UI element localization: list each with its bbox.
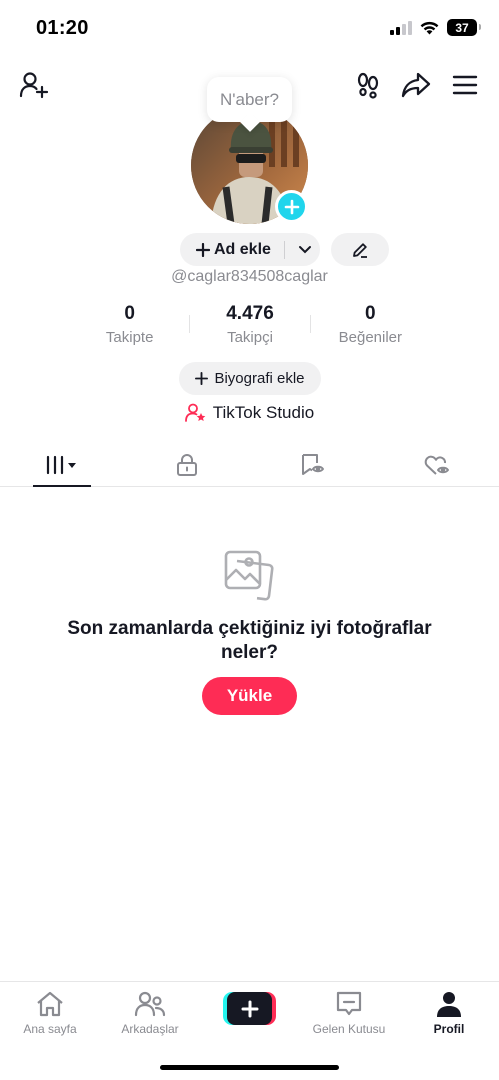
add-name-label: Ad ekle [214, 240, 271, 258]
tab-liked[interactable] [374, 444, 499, 486]
photos-icon [223, 549, 277, 603]
nav-label: Gelen Kutusu [312, 1022, 386, 1036]
chevron-down-icon[interactable] [298, 245, 312, 255]
stat-value: 0 [124, 303, 135, 324]
menu-icon[interactable] [448, 68, 482, 102]
empty-state-title: Son zamanlarda çektiğiniz iyi fotoğrafla… [67, 618, 432, 663]
divider [283, 240, 285, 259]
stat-label: Beğeniler [338, 329, 403, 346]
home-icon [33, 988, 67, 1020]
stat-value: 4.476 [226, 303, 274, 324]
profile-stats: 0 Takipte 4.476 Takipçi 0 Beğeniler [70, 303, 430, 349]
edit-profile-button[interactable] [331, 233, 389, 266]
create-button-core [227, 992, 272, 1025]
create-button[interactable] [223, 992, 276, 1025]
status-time: 01:20 [36, 17, 89, 39]
nav-label: Ana sayfa [23, 1022, 77, 1036]
nav-home[interactable]: Ana sayfa [0, 988, 100, 1036]
add-bio-label: Biyografi ekle [214, 370, 305, 387]
lock-icon [177, 454, 198, 476]
nav-label: Profil [433, 1022, 465, 1036]
nav-profile[interactable]: Profil [399, 988, 499, 1036]
bookmark-hidden-icon [301, 454, 324, 475]
friends-icon [133, 988, 167, 1020]
plus-icon [196, 242, 210, 257]
home-indicator [160, 1065, 339, 1070]
nav-friends[interactable]: Arkadaşlar [100, 988, 200, 1036]
add-bio-button[interactable]: Biyografi ekle [179, 362, 321, 395]
profile-icon [432, 988, 466, 1020]
status-bar: 01:20 37 [0, 0, 499, 56]
pencil-icon [353, 242, 367, 258]
wifi-icon [420, 21, 439, 34]
stat-label: Takipçi [227, 329, 273, 346]
tiktok-studio-label: TikTok Studio [212, 403, 315, 422]
grid-filter-icon [47, 455, 77, 475]
bottom-nav: Ana sayfa Arkadaşlar Gelen Kutusu Profil [0, 981, 499, 1080]
cellular-signal-icon [390, 20, 412, 35]
footprints-icon[interactable] [351, 68, 385, 102]
tiktok-studio-link[interactable]: TikTok Studio [0, 403, 499, 423]
stat-followers[interactable]: 4.476 Takipçi [190, 303, 309, 349]
inbox-icon [332, 988, 366, 1020]
add-name-button[interactable]: Ad ekle [180, 233, 320, 266]
upload-button[interactable]: Yükle [202, 677, 297, 715]
nav-label: Arkadaşlar [121, 1022, 179, 1036]
plus-icon [241, 1000, 258, 1017]
tab-videos[interactable] [0, 444, 125, 487]
tab-favorites[interactable] [250, 444, 375, 486]
battery-level: 37 [455, 20, 469, 35]
heart-hidden-icon [424, 455, 449, 475]
add-friend-icon[interactable] [17, 68, 51, 102]
add-name-label-wrap: Ad ekle [188, 241, 271, 259]
add-avatar-button[interactable] [275, 190, 308, 223]
stat-likes[interactable]: 0 Beğeniler [311, 303, 430, 349]
plus-icon [195, 372, 209, 385]
nav-inbox[interactable]: Gelen Kutusu [299, 988, 399, 1036]
stat-value: 0 [365, 303, 376, 324]
battery-icon: 37 [447, 19, 481, 36]
username: @caglar834508caglar [171, 268, 328, 285]
content-tabs [0, 444, 499, 487]
stat-following[interactable]: 0 Takipte [70, 303, 189, 349]
status-icons: 37 [390, 19, 481, 36]
tab-private[interactable] [125, 444, 250, 486]
creator-star-icon [184, 403, 206, 422]
status-note-bubble[interactable]: N'aber? [207, 77, 292, 122]
share-icon[interactable] [399, 68, 433, 102]
stat-label: Takipte [105, 329, 154, 346]
